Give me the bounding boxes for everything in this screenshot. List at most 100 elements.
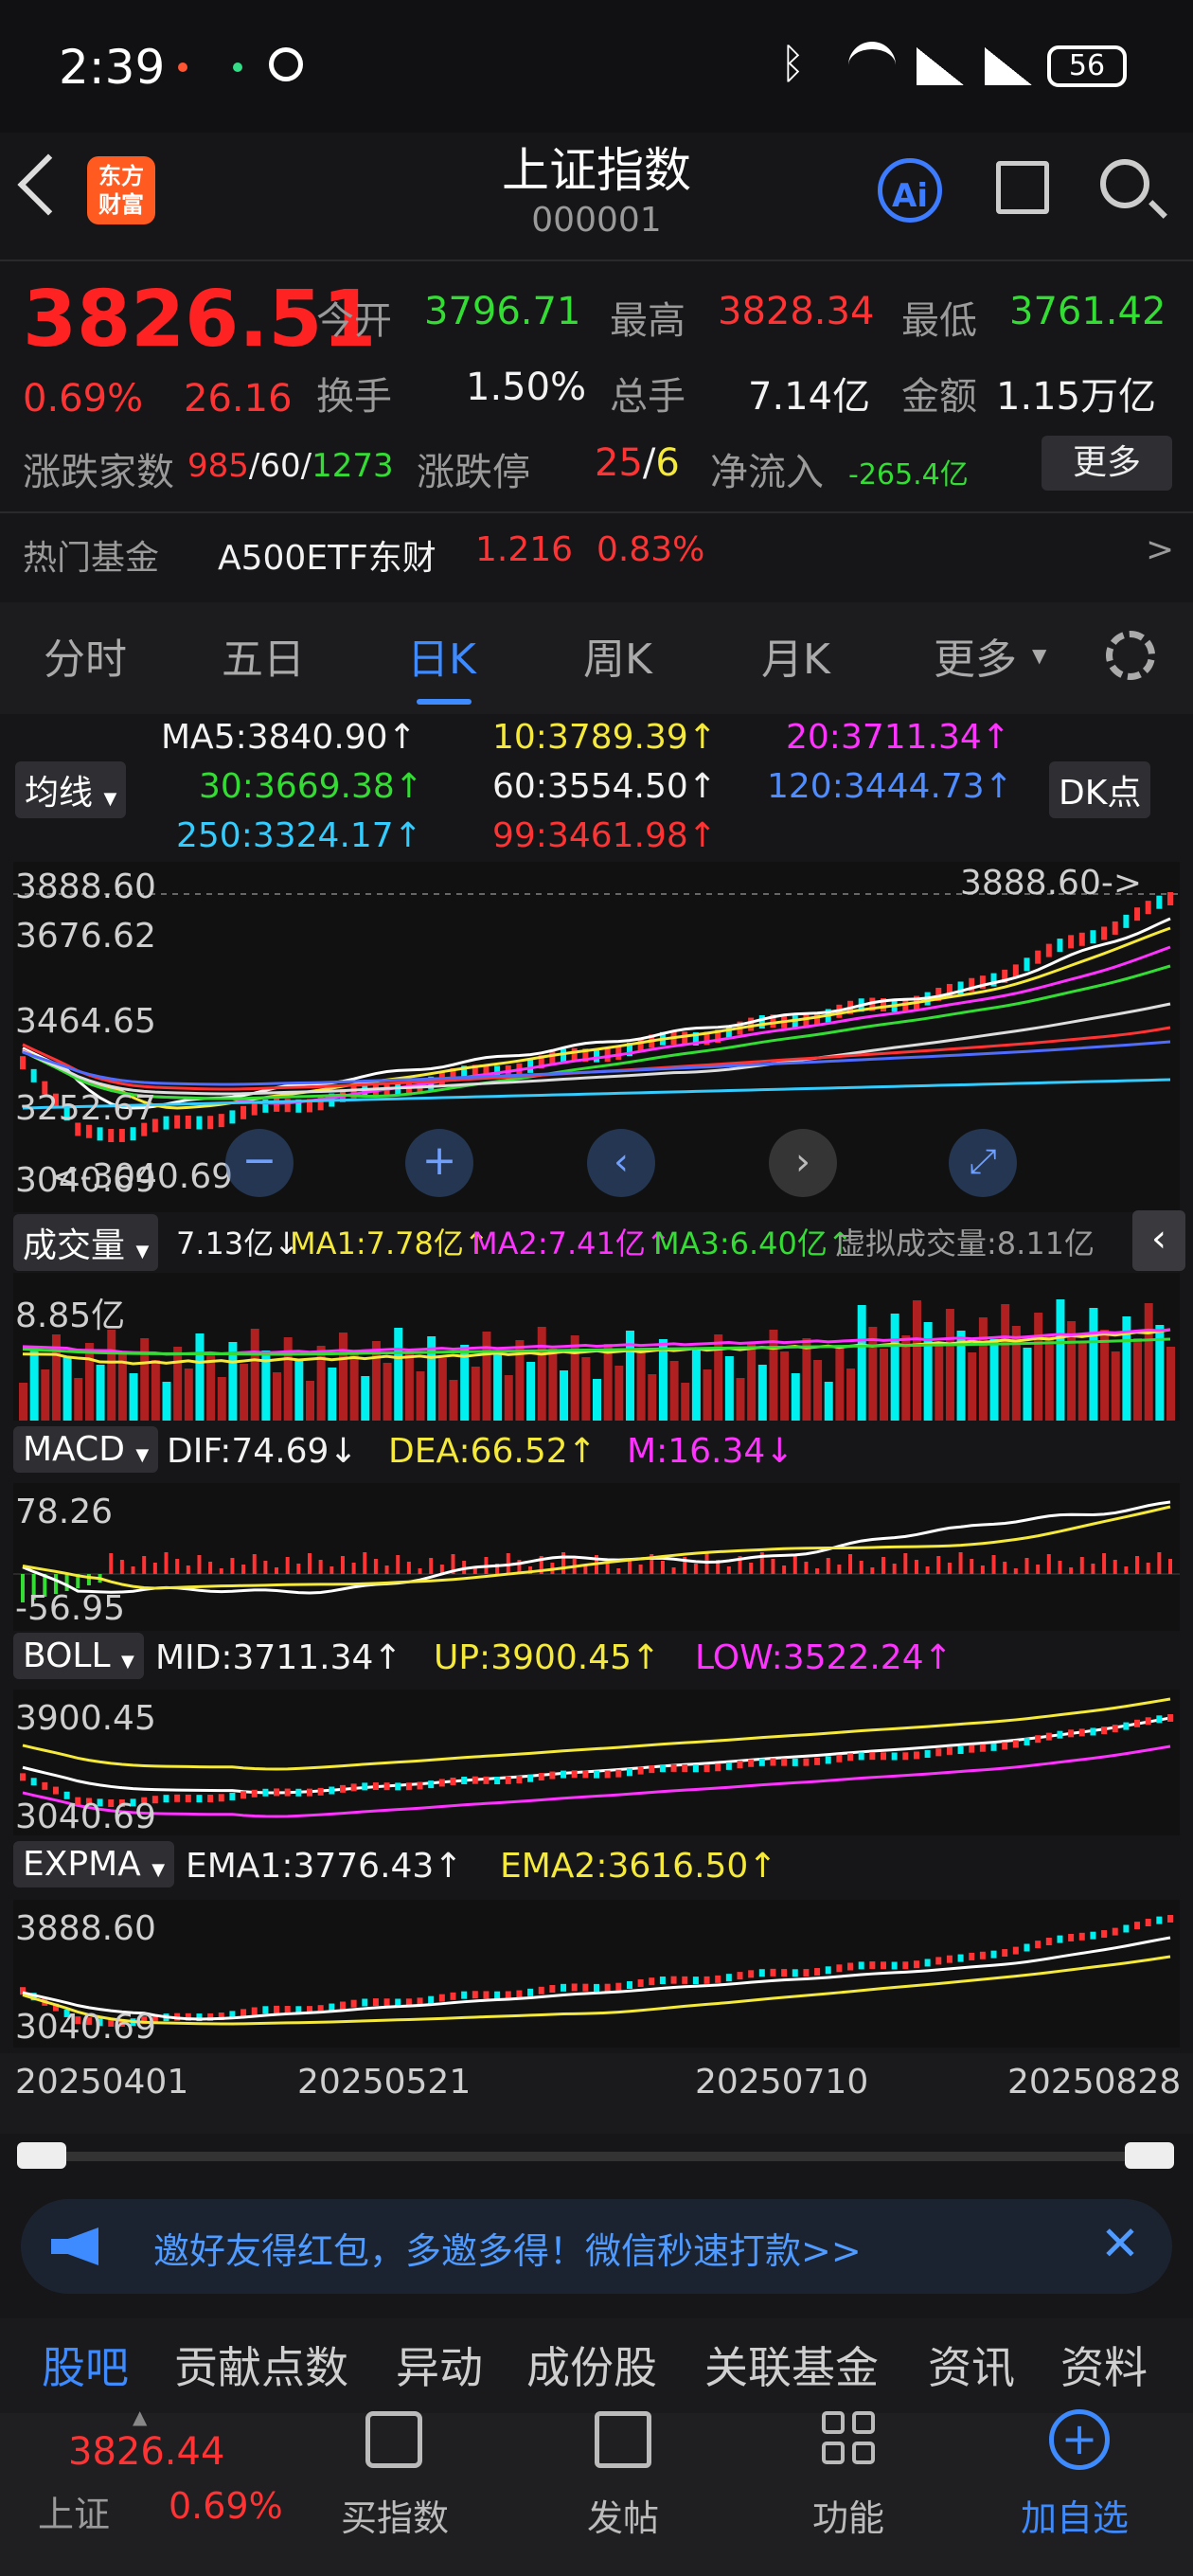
ma-selector[interactable]: 均线 ▼	[15, 761, 127, 818]
candle	[1045, 943, 1052, 957]
expma-candle	[339, 2001, 346, 2010]
boll-candle	[990, 1743, 997, 1751]
expma-candle	[284, 2006, 291, 2014]
expma-candle	[924, 1959, 931, 1967]
boll-candle	[902, 1752, 909, 1761]
candle	[1090, 930, 1096, 944]
boll-candle	[957, 1746, 964, 1755]
collapse-panel-button[interactable]: ‹	[1132, 1210, 1185, 1271]
ai-assistant-button[interactable]: Ai	[878, 158, 942, 223]
buy-index-button[interactable]: 买指数	[341, 2489, 449, 2541]
tab-monthly-k[interactable]: 月K	[761, 625, 830, 686]
expma-candle	[670, 1976, 677, 1984]
kline-axis-label: 3888.60	[15, 868, 156, 906]
candle	[185, 1115, 191, 1129]
boll-candle	[163, 1795, 169, 1803]
zoom-out-button[interactable]: −	[225, 1129, 294, 1197]
more-button[interactable]: 更多	[1042, 436, 1172, 491]
boll-candle	[1078, 1728, 1085, 1737]
low-value: 3761.42	[1009, 290, 1166, 333]
macd-m: M:16.34↓	[627, 1432, 794, 1471]
expma-candle	[561, 1983, 567, 1992]
hot-fund-name[interactable]: A500ETF东财	[218, 530, 436, 580]
volume-bar	[62, 1356, 72, 1421]
range-scrollbar[interactable]	[17, 2142, 1176, 2171]
volume-bar	[802, 1338, 811, 1421]
tab-anomaly[interactable]: 异动	[396, 2334, 483, 2396]
boll-indicator-selector[interactable]: BOLL ▼	[13, 1633, 144, 1679]
scroll-left-button[interactable]: ‹	[587, 1129, 655, 1197]
boll-candle	[626, 1768, 632, 1777]
fullscreen-button[interactable]: ⤢	[949, 1129, 1017, 1197]
volume-bar	[1166, 1347, 1175, 1421]
share-icon[interactable]	[996, 161, 1049, 214]
chart-trend-icon[interactable]	[365, 2411, 422, 2468]
function-grid-icon[interactable]	[822, 2411, 879, 2468]
search-icon[interactable]	[1100, 159, 1149, 208]
hot-fund-label: 热门基金	[23, 539, 160, 578]
expma-indicator-selector[interactable]: EXPMA ▼	[13, 1841, 175, 1887]
boll-candle	[649, 1765, 655, 1774]
macd-bar	[252, 1554, 257, 1574]
edit-post-icon[interactable]	[595, 2411, 651, 2468]
expma-candle	[814, 1968, 821, 1977]
candle	[1057, 939, 1063, 953]
promo-banner[interactable]: 邀好友得红包，多邀多得！微信秒速打款>> ✕	[21, 2199, 1172, 2294]
change-percent: 0.69%	[23, 377, 144, 420]
boll-candle	[218, 1794, 224, 1802]
function-button[interactable]: 功能	[812, 2489, 884, 2541]
macd-bar	[1124, 1566, 1129, 1574]
tab-profile[interactable]: 资料	[1060, 2334, 1148, 2396]
boll-chart[interactable]	[13, 1690, 1180, 1835]
tab-weekly-k[interactable]: 周K	[583, 625, 652, 686]
boll-candle	[527, 1774, 534, 1782]
boll-candle	[913, 1751, 919, 1760]
add-watchlist-button[interactable]: 加自选	[1021, 2489, 1129, 2541]
footer-price: 3826.44	[68, 2430, 225, 2474]
volume-chart[interactable]	[13, 1273, 1180, 1421]
tab-daily-k[interactable]: 日K	[407, 625, 476, 686]
scroll-right-button[interactable]: ›	[769, 1129, 837, 1197]
tab-contribution[interactable]: 贡献点数	[174, 2334, 348, 2396]
zoom-in-button[interactable]: +	[405, 1129, 473, 1197]
tab-intraday[interactable]: 分时	[44, 625, 127, 686]
candle	[251, 1101, 258, 1116]
volume-bar	[173, 1347, 183, 1421]
range-handle-left[interactable]	[17, 2142, 66, 2169]
turnover-label: 换手	[316, 375, 392, 419]
add-watchlist-icon[interactable]: +	[1049, 2409, 1110, 2470]
macd-chart[interactable]	[13, 1483, 1180, 1631]
tab-five-day[interactable]: 五日	[222, 625, 305, 686]
boll-candle	[1045, 1732, 1052, 1741]
candle	[97, 1127, 103, 1141]
macd-indicator-selector[interactable]: MACD ▼	[13, 1426, 159, 1473]
candle	[30, 1068, 37, 1082]
dk-points-button[interactable]: DK点	[1049, 761, 1151, 818]
volume-indicator-selector[interactable]: 成交量 ▼	[13, 1214, 159, 1271]
volume-bar	[74, 1378, 83, 1421]
close-icon[interactable]: ✕	[1100, 2216, 1140, 2271]
macd-bar	[792, 1555, 797, 1574]
range-handle-right[interactable]	[1125, 2142, 1174, 2169]
boll-axis-label: 3900.45	[15, 1699, 156, 1738]
tab-related-funds[interactable]: 关联基金	[704, 2334, 879, 2396]
tab-constituents[interactable]: 成份股	[526, 2334, 657, 2396]
macd-bar	[396, 1555, 401, 1574]
post-button[interactable]: 发帖	[587, 2489, 659, 2541]
volume-bar	[471, 1367, 480, 1421]
tab-more[interactable]: 更多	[934, 625, 1017, 686]
macd-bar	[329, 1566, 334, 1574]
wifi-icon	[848, 42, 896, 89]
settings-gear-icon[interactable]	[1106, 631, 1155, 680]
tab-news[interactable]: 资讯	[928, 2334, 1015, 2396]
macd-bar	[1013, 1568, 1018, 1574]
dea-line	[22, 1505, 1171, 1590]
expma-candle	[1035, 1941, 1042, 1949]
boll-candle	[1156, 1715, 1163, 1724]
expma-candle	[913, 1960, 919, 1969]
tab-guba[interactable]: 股吧	[42, 2334, 129, 2396]
boll-candle	[758, 1758, 765, 1766]
expma-chart[interactable]	[13, 1900, 1180, 2048]
chevron-right-icon[interactable]: >	[1146, 530, 1174, 569]
expma-candle	[262, 2006, 269, 2014]
